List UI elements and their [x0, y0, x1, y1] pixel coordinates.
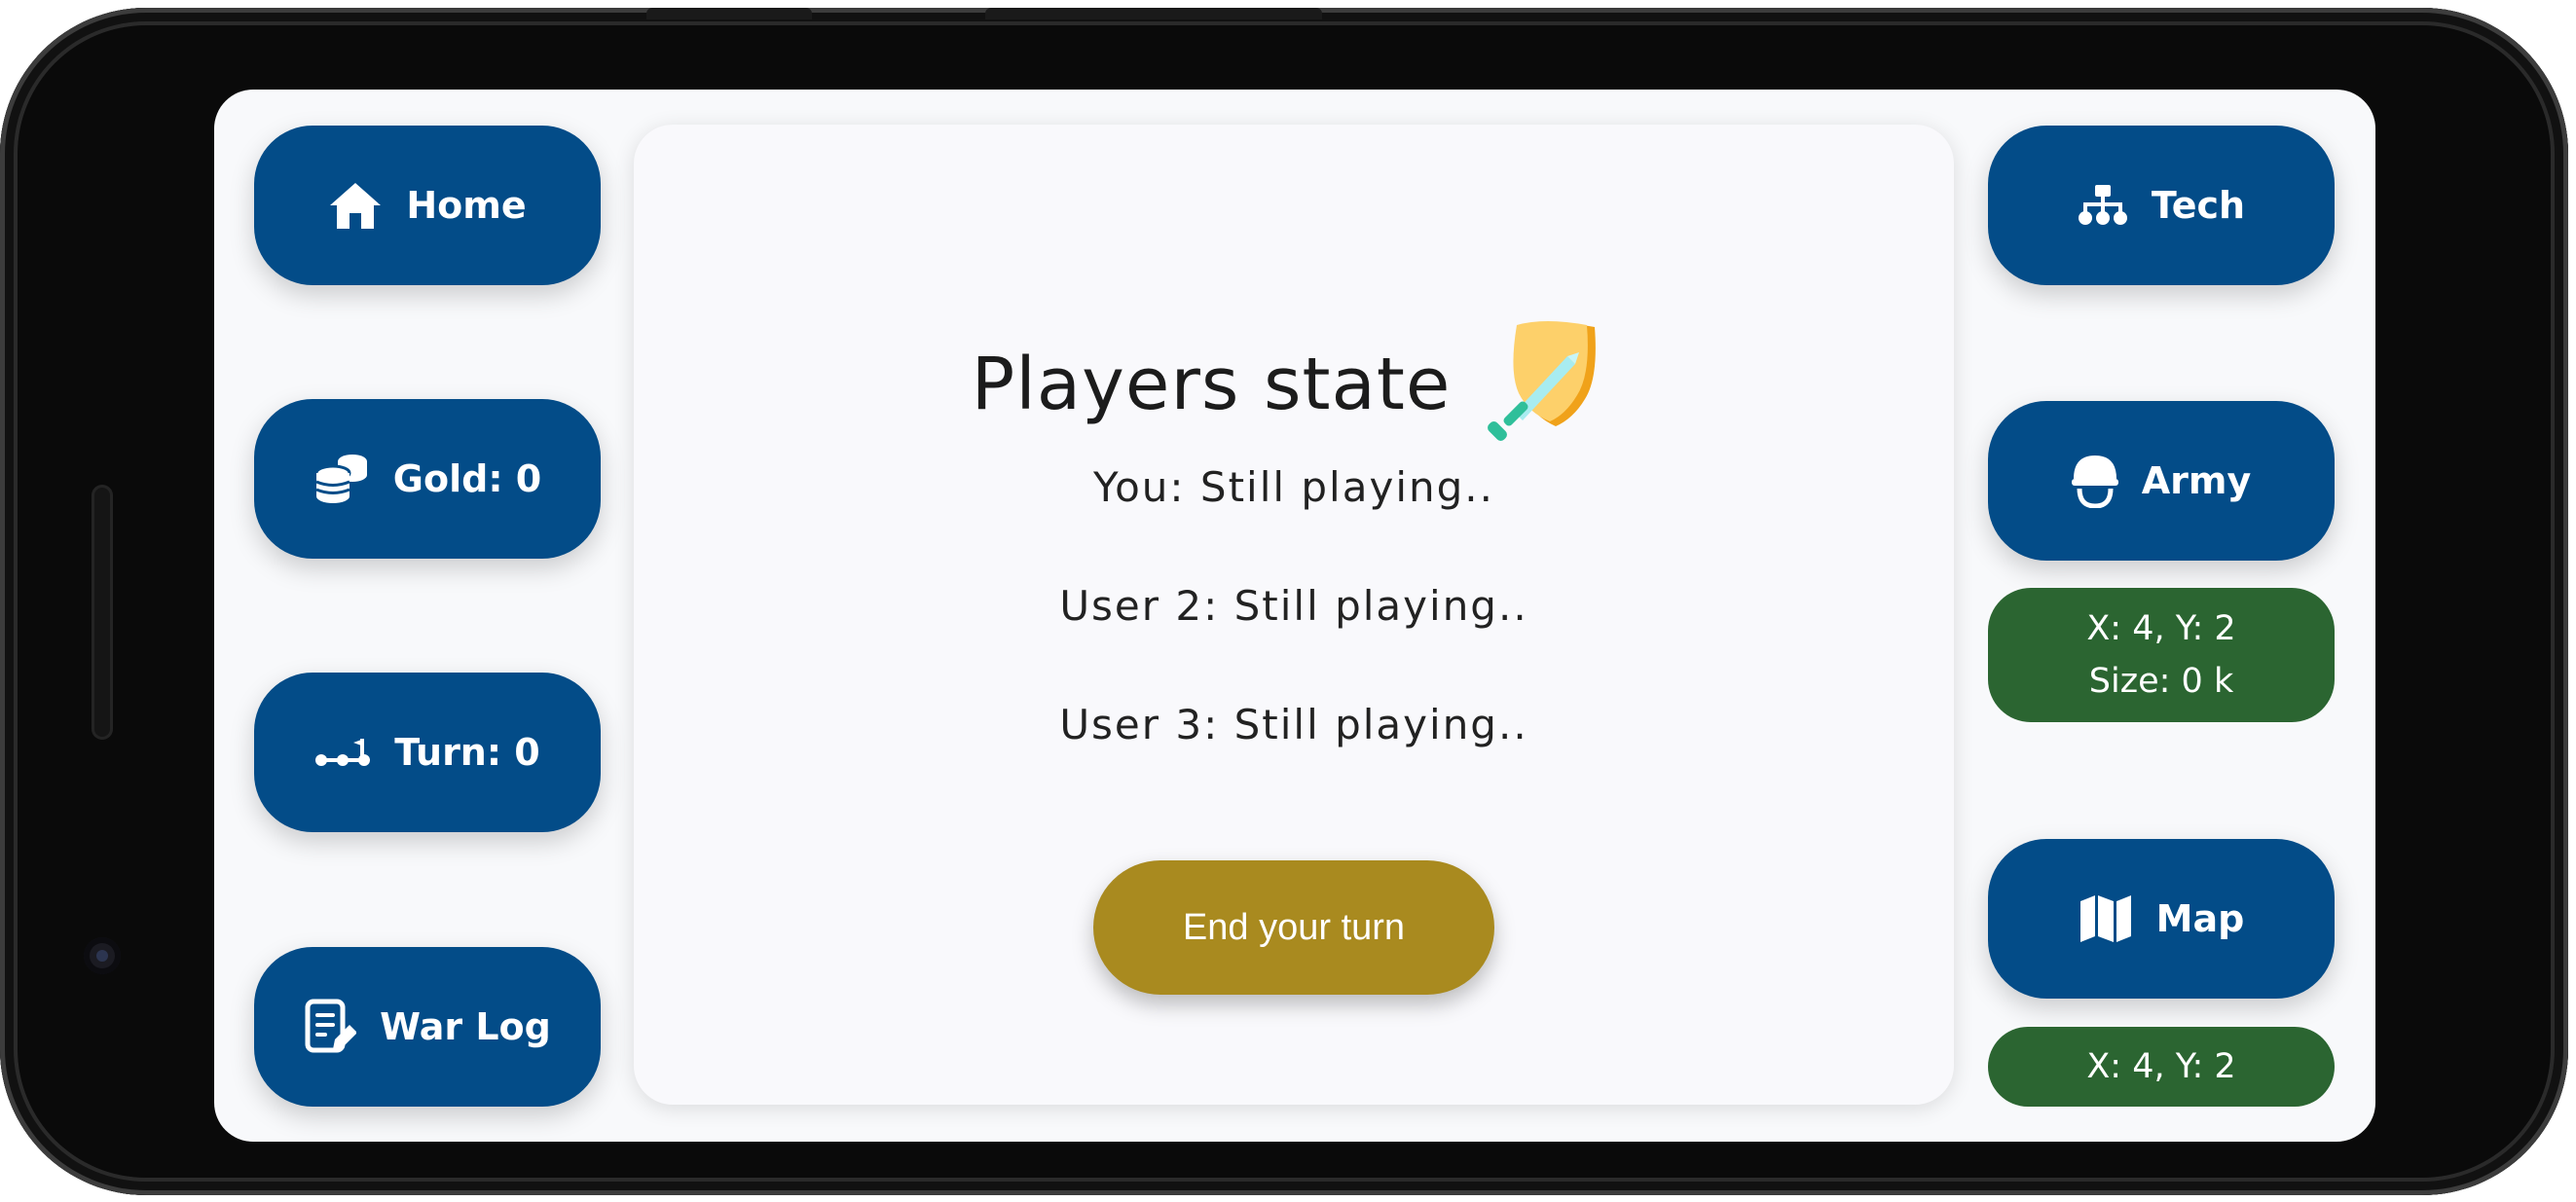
- army-button[interactable]: Army: [1988, 401, 2335, 561]
- status-user-3: User 3: Still playing..: [1059, 701, 1528, 748]
- map-coords: X: 4, Y: 2: [2086, 1047, 2236, 1086]
- phone-speaker: [92, 485, 113, 740]
- coins-icon: [313, 452, 370, 506]
- app-screen: Home Gold: 0 Turn: 0 War Log Players sta…: [214, 90, 2375, 1142]
- turn-label: Turn: 0: [394, 731, 540, 774]
- turn-button[interactable]: Turn: 0: [254, 673, 601, 832]
- army-label: Army: [2141, 459, 2252, 502]
- home-button[interactable]: Home: [254, 126, 601, 285]
- tech-tree-icon: [2078, 183, 2128, 228]
- gold-label: Gold: 0: [392, 457, 542, 500]
- players-state-panel: Players state You: Still playing.. User …: [634, 125, 1954, 1105]
- tech-label: Tech: [2151, 184, 2246, 227]
- status-user-2: User 2: Still playing..: [1059, 582, 1528, 630]
- shield-sword-icon: [1480, 319, 1616, 450]
- map-info-pill: X: 4, Y: 2: [1988, 1027, 2335, 1107]
- gold-button[interactable]: Gold: 0: [254, 399, 601, 559]
- tech-button[interactable]: Tech: [1988, 126, 2335, 285]
- phone-frame: Home Gold: 0 Turn: 0 War Log Players sta…: [0, 8, 2568, 1195]
- panel-title: Players state: [634, 319, 1954, 450]
- phone-camera: [84, 937, 121, 974]
- map-label: Map: [2155, 897, 2245, 940]
- helmet-icon: [2071, 454, 2118, 508]
- army-coords: X: 4, Y: 2: [2086, 609, 2236, 648]
- home-icon: [328, 180, 383, 231]
- map-icon: [2079, 893, 2133, 944]
- log-icon: [304, 999, 357, 1055]
- end-turn-button[interactable]: End your turn: [1093, 860, 1494, 995]
- phone-button-top-right: [985, 8, 1322, 19]
- phone-button-top-left: [646, 8, 812, 19]
- army-size: Size: 0 k: [2088, 662, 2234, 701]
- map-button[interactable]: Map: [1988, 839, 2335, 999]
- home-label: Home: [406, 184, 527, 227]
- route-icon: [314, 733, 371, 772]
- army-info-pill: X: 4, Y: 2 Size: 0 k: [1988, 588, 2335, 722]
- war-log-label: War Log: [380, 1005, 551, 1048]
- panel-title-text: Players state: [971, 343, 1452, 426]
- war-log-button[interactable]: War Log: [254, 947, 601, 1107]
- status-you: You: Still playing..: [1093, 463, 1494, 511]
